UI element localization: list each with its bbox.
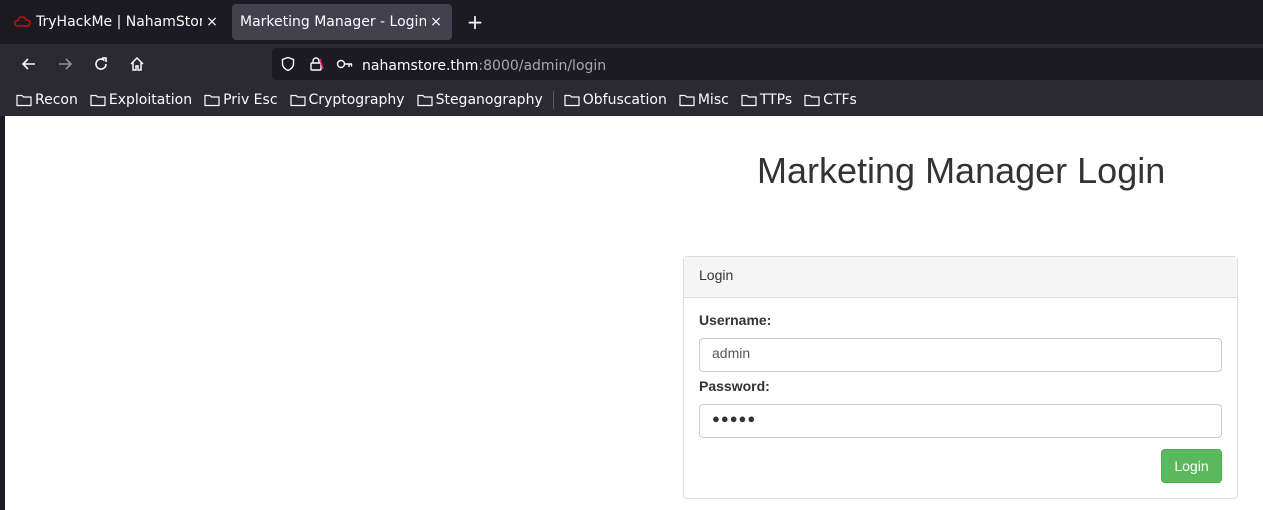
bookmark-folder-misc[interactable]: Misc: [679, 92, 729, 108]
url-path: :8000/admin/login: [478, 57, 607, 74]
bookmark-folder-steganography[interactable]: Steganography: [416, 92, 543, 108]
tab-marketing-login[interactable]: Marketing Manager - Login ×: [232, 4, 452, 40]
password-input[interactable]: ●●●●●: [699, 404, 1222, 438]
bookmark-label: Steganography: [435, 92, 543, 108]
back-icon[interactable]: [15, 50, 43, 78]
bookmark-folder-exploitation[interactable]: Exploitation: [90, 92, 192, 108]
folder-icon: [741, 94, 757, 107]
bookmark-label: Cryptography: [308, 92, 405, 108]
login-button[interactable]: Login: [1161, 449, 1222, 483]
folder-icon: [204, 94, 220, 107]
tracking-protection-shield-icon[interactable]: [280, 56, 296, 72]
folder-icon: [804, 94, 820, 107]
bookmark-folder-ttps[interactable]: TTPs: [741, 92, 792, 108]
close-tab-icon[interactable]: ×: [202, 14, 222, 30]
bookmark-label: CTFs: [823, 92, 857, 108]
bookmark-folder-ctfs[interactable]: CTFs: [804, 92, 857, 108]
folder-icon: [289, 94, 306, 107]
bookmark-label: Misc: [697, 92, 729, 108]
password-label: Password:: [699, 378, 770, 394]
bookmark-folder-priv-esc[interactable]: Priv Esc: [204, 92, 278, 108]
url-host: nahamstore.thm: [362, 57, 479, 74]
insecure-lock-icon[interactable]: [308, 56, 324, 72]
page-content: Marketing Manager Login Login Username: …: [5, 116, 1263, 510]
bookmark-label: Obfuscation: [582, 92, 667, 108]
tab-strip: TryHackMe | NahamStore × Marketing Manag…: [0, 0, 1263, 44]
bookmark-separator: [552, 91, 554, 109]
bookmark-label: Exploitation: [108, 92, 193, 108]
bookmark-label: TTPs: [759, 92, 793, 108]
username-label: Username:: [699, 312, 772, 328]
tryhackme-cloud-icon: [14, 15, 32, 29]
address-bar[interactable]: nahamstore.thm:8000/admin/login: [272, 48, 1263, 80]
close-tab-icon[interactable]: ×: [426, 14, 446, 30]
url-text[interactable]: nahamstore.thm:8000/admin/login: [362, 55, 606, 74]
panel-heading: Login: [684, 257, 1237, 298]
bookmarks-toolbar: Recon Exploitation Priv Esc Cryptography…: [0, 84, 1263, 116]
tab-title: TryHackMe | NahamStore: [36, 14, 202, 30]
folder-icon: [90, 94, 106, 107]
folder-icon: [679, 94, 695, 107]
bookmark-folder-recon[interactable]: Recon: [16, 92, 78, 108]
page-title: Marketing Manager Login: [757, 150, 1166, 191]
reload-icon[interactable]: [87, 50, 115, 78]
forward-icon[interactable]: [51, 50, 79, 78]
username-input[interactable]: admin: [699, 338, 1222, 372]
home-icon[interactable]: [123, 50, 151, 78]
login-panel: Login Username: admin Password: ●●●●● Lo…: [683, 256, 1238, 499]
folder-icon: [16, 94, 32, 107]
folder-icon: [564, 94, 580, 107]
bookmark-label: Priv Esc: [223, 92, 278, 108]
bookmark-folder-cryptography[interactable]: Cryptography: [289, 92, 405, 108]
tab-title: Marketing Manager - Login: [240, 14, 426, 30]
navigation-toolbar: nahamstore.thm:8000/admin/login: [0, 44, 1263, 84]
new-tab-button[interactable]: +: [462, 8, 488, 36]
folder-icon: [416, 94, 433, 107]
bookmark-label: Recon: [35, 92, 78, 108]
bookmark-folder-obfuscation[interactable]: Obfuscation: [564, 92, 667, 108]
tab-tryhackme[interactable]: TryHackMe | NahamStore ×: [8, 4, 228, 40]
key-icon[interactable]: [336, 56, 354, 72]
